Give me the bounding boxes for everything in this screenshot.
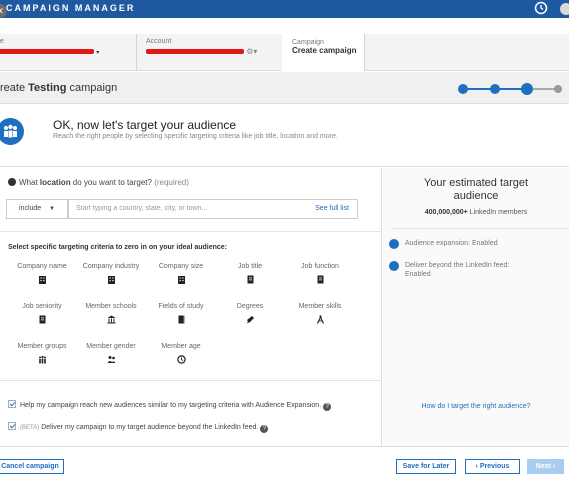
page-title: reate Testing campaign (0, 82, 118, 94)
estimate-title: Your estimated target audience (423, 177, 529, 202)
step-dot (490, 84, 500, 94)
previous-button[interactable]: ‹ Previous (465, 459, 520, 474)
expansion-status: Audience expansion: Enabled (389, 239, 498, 249)
user-icon (389, 239, 399, 249)
document-icon (39, 315, 45, 324)
gear-icon[interactable]: ⚙▾ (246, 47, 257, 56)
location-input[interactable]: Start typing a country, state, city, or … (68, 199, 358, 219)
audience-expansion-checkbox[interactable] (8, 400, 16, 408)
page-header: reate Testing campaign (0, 72, 569, 104)
criteria-company-industry[interactable]: Company industry (76, 263, 146, 284)
top-bar: ✕ CAMPAIGN MANAGER (0, 0, 569, 18)
intro-heading: OK, now let's target your audience (53, 118, 237, 132)
breadcrumb: ge ▾ Account ⚙▾ Campaign Create campaign (0, 34, 569, 71)
building-icon (177, 276, 185, 284)
globe-icon (8, 178, 16, 186)
audience-icon (0, 118, 24, 145)
criteria-member-skills[interactable]: Member skills (285, 303, 355, 324)
help-icon[interactable]: ? (260, 425, 269, 433)
audience-expansion-option[interactable]: Help my campaign reach new audiences sim… (8, 400, 332, 411)
building-icon (107, 276, 115, 284)
app-title: CAMPAIGN MANAGER (6, 3, 136, 13)
compass-icon (316, 315, 324, 324)
help-icon[interactable] (560, 3, 569, 15)
criteria-job-seniority[interactable]: Job seniority (7, 303, 77, 324)
audience-count: 400,000,000+ LinkedIn members (424, 209, 528, 216)
save-for-later-button[interactable]: Save for Later (396, 459, 456, 474)
step-dot (554, 85, 562, 93)
redacted-value (0, 49, 94, 55)
estimate-panel: Your estimated target audience 400,000,0… (383, 168, 569, 446)
building-icon (38, 276, 46, 284)
redacted-value (146, 49, 244, 55)
include-select[interactable]: include ▼ (6, 199, 68, 219)
criteria-degrees[interactable]: Degrees (215, 303, 285, 324)
clock-icon (176, 355, 186, 364)
criteria-member-age[interactable]: Member age (146, 343, 216, 364)
targeting-panel: What location do you want to target? (re… (0, 168, 382, 446)
graduation-cap-icon (246, 316, 254, 324)
criteria-title: Select specific targeting criteria to ze… (8, 244, 228, 251)
offsite-delivery-checkbox[interactable] (8, 422, 16, 430)
link-icon (389, 261, 399, 271)
deliver-status: Deliver beyond the LinkedIn feed: Enable… (389, 261, 525, 279)
criteria-company-size[interactable]: Company size (146, 263, 216, 284)
step-dot-current (521, 83, 533, 95)
group-icon (38, 355, 46, 364)
criteria-member-gender[interactable]: Member gender (76, 343, 146, 364)
breadcrumb-company[interactable]: ge ▾ (0, 38, 99, 56)
criteria-job-title[interactable]: Job title (215, 263, 285, 284)
chevron-down-icon: ▼ (49, 206, 55, 212)
intro-subtext: Reach the right people by selecting spec… (53, 133, 338, 140)
breadcrumb-campaign[interactable]: Campaign Create campaign (282, 34, 364, 71)
targeting-help-link[interactable]: How do I target the right audience? (383, 403, 569, 410)
location-question: What location do you want to target? (re… (8, 178, 189, 187)
next-button[interactable]: Next › (527, 459, 564, 474)
see-full-list-link[interactable]: See full list (315, 205, 349, 212)
breadcrumb-account[interactable]: Account ⚙▾ (146, 38, 257, 56)
clock-icon[interactable] (534, 1, 548, 15)
intro-section: OK, now let's target your audience Reach… (0, 105, 569, 167)
help-icon[interactable]: ? (323, 403, 332, 411)
cancel-campaign-button[interactable]: Cancel campaign (0, 459, 64, 474)
step-dot (458, 84, 468, 94)
criteria-member-groups[interactable]: Member groups (7, 343, 77, 364)
document-icon (317, 275, 323, 284)
book-icon (178, 315, 184, 324)
offsite-delivery-option[interactable]: (BETA) Deliver my campaign to my target … (8, 422, 269, 433)
criteria-member-schools[interactable]: Member schools (76, 303, 146, 324)
school-icon (107, 315, 115, 324)
document-icon (247, 275, 253, 284)
progress-stepper (458, 83, 564, 95)
criteria-company-name[interactable]: Company name (7, 263, 77, 284)
criteria-job-function[interactable]: Job function (285, 263, 355, 284)
criteria-fields-of-study[interactable]: Fields of study (146, 303, 216, 324)
people-icon (107, 356, 115, 363)
footer: Cancel campaign Save for Later ‹ Previou… (0, 446, 569, 484)
